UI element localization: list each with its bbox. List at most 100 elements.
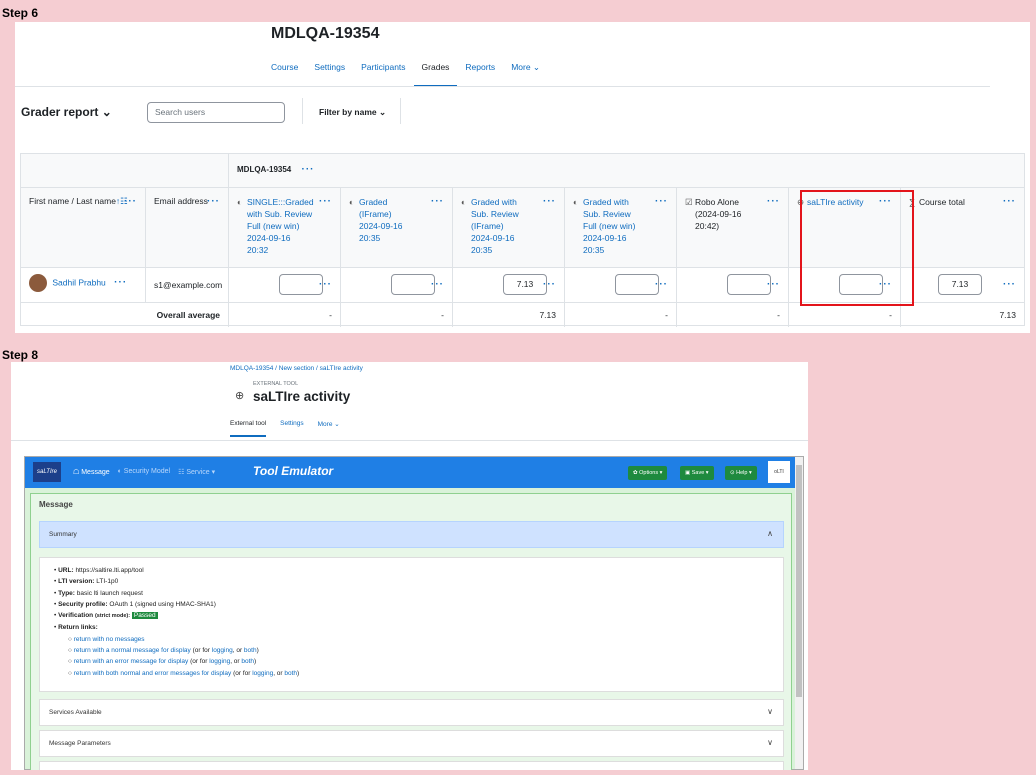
grade-item-title-line: (IFrame) [359, 209, 392, 219]
grade-cell-menu-icon[interactable]: ··· [767, 279, 780, 290]
list-item: return with no messages [68, 634, 769, 645]
nav-item[interactable]: Course [271, 62, 306, 87]
col-name-label[interactable]: First name / Last name [29, 196, 116, 206]
breadcrumb[interactable]: MDLQA-19354 / New section / saLTIre acti… [230, 365, 363, 372]
student-name-link[interactable]: Sadhil Prabhu [52, 277, 105, 287]
nav-security-model[interactable]: ◐ Security Model [118, 468, 170, 476]
grade-item-title[interactable]: Robo Alone (2024-09-16 20:42) [695, 196, 767, 232]
accordion-partial[interactable] [39, 761, 784, 770]
avatar[interactable] [29, 274, 47, 292]
grade-item-menu-icon[interactable]: ··· [543, 196, 556, 208]
grade-item-menu-icon[interactable]: ··· [1003, 196, 1016, 208]
logging-link[interactable]: logging [209, 658, 230, 665]
grade-item-title[interactable]: Graded (IFrame) 2024-09-16 20:35 [359, 196, 431, 244]
col-email-label[interactable]: Email address [154, 196, 208, 206]
nav-service[interactable]: ☷ Service ▾ [178, 468, 215, 476]
category-row: MDLQA-19354 ··· [21, 154, 1024, 188]
scrollbar-thumb[interactable] [796, 465, 802, 697]
grade-input[interactable] [615, 274, 659, 295]
grade-cell-menu-icon[interactable]: ··· [655, 279, 668, 290]
filter-by-name-dropdown[interactable]: Filter by name ⌄ [319, 107, 386, 118]
grade-input[interactable] [391, 274, 435, 295]
grade-item-menu-icon[interactable]: ··· [655, 196, 668, 208]
summary-title: Summary [49, 531, 77, 538]
grade-cell-menu-icon[interactable]: ··· [1003, 279, 1016, 290]
grade-item-title[interactable]: SINGLE:::Graded with Sub. Review Full (new… [247, 196, 319, 256]
grade-item-title-line: (IFrame) [471, 221, 504, 231]
return-link[interactable]: return with both normal and error messag… [74, 670, 232, 677]
options-button[interactable]: ✿ Options ▾ [628, 466, 668, 480]
category-header: MDLQA-19354 ··· [229, 154, 1024, 187]
nav-item[interactable]: More ⌄ [511, 62, 548, 87]
highlight-box [800, 190, 914, 306]
nav-message[interactable]: ☖ Message [73, 468, 110, 476]
logging-link[interactable]: logging [212, 647, 233, 654]
grade-item-title[interactable]: Course total [919, 196, 991, 208]
grade-item-title-line: Graded with [583, 197, 629, 207]
grade-item-title[interactable]: Graded with Sub. Review (IFrame) 2024-09-16… [471, 196, 543, 256]
grade-input[interactable]: 7.13 [938, 274, 982, 295]
tab-external-tool[interactable]: External tool [230, 420, 267, 437]
return-link[interactable]: return with an error message for display [74, 658, 189, 665]
both-link[interactable]: both [244, 647, 257, 654]
both-link[interactable]: both [241, 658, 254, 665]
grade-item-menu-icon[interactable]: ··· [319, 196, 332, 208]
summary-accordion[interactable]: Summary ∧ [39, 521, 784, 548]
grade-item-title[interactable]: Graded with Sub. Review Full (new win) 2024… [583, 196, 655, 256]
return-link[interactable]: return with no messages [74, 636, 145, 643]
help-button[interactable]: ⊙ Help ▾ [725, 466, 757, 480]
divider [302, 98, 303, 124]
grade-cell-menu-icon[interactable]: ··· [431, 279, 444, 290]
grade-item-icon: ◐ [461, 197, 467, 207]
nav-item[interactable]: Settings [314, 62, 353, 87]
services-accordion[interactable]: Services Available ∨ [39, 699, 784, 726]
search-users-input[interactable]: Search users [147, 102, 285, 123]
grade-item-menu-icon[interactable]: ··· [767, 196, 780, 208]
type-label: Type: [58, 589, 75, 597]
grader-report-dropdown[interactable]: Grader report ⌄ [21, 105, 112, 119]
student-menu-icon[interactable]: ··· [114, 277, 127, 288]
col-name-menu-icon[interactable]: ··· [124, 196, 137, 207]
grade-item-menu-icon[interactable]: ··· [431, 196, 444, 208]
grade-input[interactable]: 7.13 [503, 274, 547, 295]
save-button[interactable]: ▣ Save ▾ [680, 466, 714, 480]
params-accordion[interactable]: Message Parameters ∨ [39, 730, 784, 757]
return-link-text: (or for [188, 658, 210, 666]
scrollbar[interactable] [795, 457, 803, 769]
list-item: Type: basic lti launch request [54, 588, 769, 599]
col-email-menu-icon[interactable]: ··· [207, 196, 220, 207]
grade-item-title-line: 20:35 [471, 245, 493, 255]
emulator-nav: ☖ Message ◐ Security Model ☷ Service ▾ [73, 468, 215, 476]
grade-item-title-line: 2024-09-16 [471, 233, 515, 243]
grade-input[interactable] [279, 274, 323, 295]
grade-cell-menu-icon[interactable]: ··· [543, 279, 556, 290]
grade-item-header: ◐ SINGLE:::Graded with Sub. Review Full (ne… [229, 188, 341, 267]
message-panel: Message Summary ∧ URL: https://saltire.l… [30, 493, 792, 770]
logging-link[interactable]: logging [252, 670, 273, 677]
category-menu-icon[interactable]: ··· [301, 164, 314, 175]
return-link[interactable]: return with a normal message for display [74, 647, 191, 654]
grade-item-title-line: (2024-09-16 [695, 209, 742, 219]
step6-label: Step 6 [2, 6, 39, 20]
grade-item-header: ☑ Robo Alone (2024-09-16 20:42) ··· [677, 188, 789, 267]
grade-item-title-line: 20:42) [695, 221, 720, 231]
return-link-text: (or for [231, 669, 253, 677]
tab-settings[interactable]: Settings [280, 420, 304, 428]
both-link[interactable]: both [284, 670, 297, 677]
tab-more[interactable]: More ⌄ [318, 420, 340, 428]
grade-input[interactable] [727, 274, 771, 295]
student-cell: Sadhil Prabhu ··· [21, 268, 146, 302]
nav-item[interactable]: Reports [465, 62, 503, 87]
grade-item-title-line: Robo Alone [695, 197, 739, 207]
grader-report-panel: MDLQA-19354 Course Settings Participants Gr… [15, 22, 1030, 333]
average-cell: 7.13 [999, 310, 1016, 320]
average-cell: 7.13 [453, 303, 565, 327]
nav-item[interactable]: Participants [361, 62, 413, 87]
return-links-list: return with no messages return with a nor… [68, 634, 769, 679]
security-label: Security profile: [58, 600, 108, 608]
nav-item[interactable]: Grades [413, 62, 458, 87]
grade-cell-menu-icon[interactable]: ··· [319, 279, 332, 290]
average-cell: - [341, 303, 453, 327]
return-links-label: Return links: [58, 624, 98, 632]
grade-cell: 7.13 ··· [453, 268, 565, 302]
